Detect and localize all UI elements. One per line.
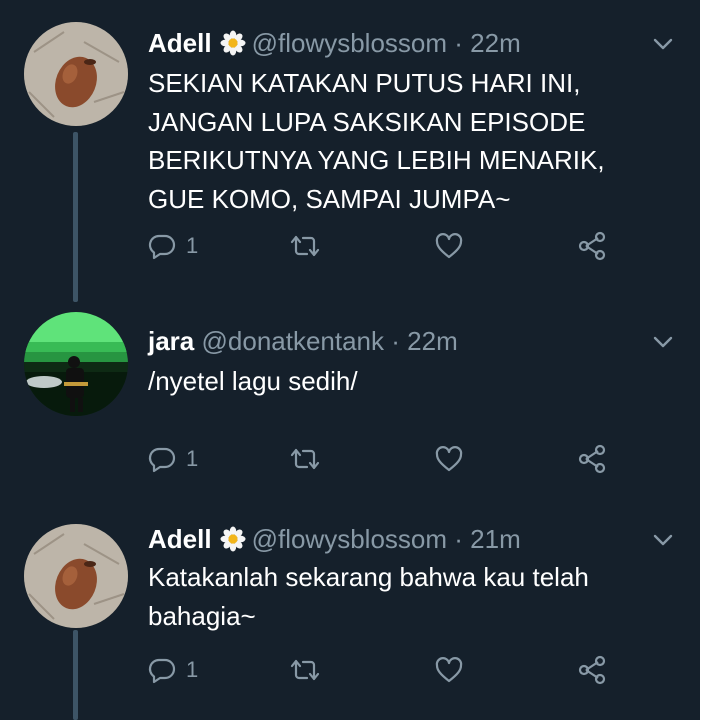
tweet-actions: 1 xyxy=(148,226,618,266)
daisy-flower-icon xyxy=(220,30,246,56)
like-button[interactable] xyxy=(434,650,464,690)
tweet-text: /nyetel lagu sedih/ xyxy=(148,366,358,396)
heart-icon xyxy=(434,656,464,684)
display-name[interactable]: jara xyxy=(148,326,194,356)
avatar[interactable] xyxy=(24,22,128,126)
retweet-icon xyxy=(288,232,322,260)
tweet[interactable]: jara @donatkentank · 22m /nyetel lagu se… xyxy=(0,298,700,528)
tweet-actions: 1 xyxy=(148,650,618,690)
username-handle[interactable]: @donatkentank xyxy=(202,326,385,356)
retweet-icon xyxy=(288,445,322,473)
reply-count: 1 xyxy=(186,446,199,471)
avatar[interactable] xyxy=(24,524,128,628)
reply-count: 1 xyxy=(186,657,199,682)
like-button[interactable] xyxy=(434,439,464,479)
retweet-button[interactable] xyxy=(288,650,322,690)
username-handle[interactable]: @flowysblossom xyxy=(252,28,447,58)
tweet-text: Katakanlah sekarang bahwa kau telah baha… xyxy=(148,562,589,631)
tweet-actions: 1 xyxy=(148,439,618,479)
share-icon xyxy=(576,655,608,685)
chevron-down-icon[interactable] xyxy=(650,329,676,355)
separator-dot: · xyxy=(454,524,463,554)
timestamp[interactable]: 21m xyxy=(470,524,521,554)
share-icon xyxy=(576,231,608,261)
tweet-header: jara @donatkentank · 22m xyxy=(148,324,458,358)
reply-button[interactable]: 1 xyxy=(148,226,198,266)
share-button[interactable] xyxy=(576,226,608,266)
retweet-icon xyxy=(288,656,322,684)
avatar-image xyxy=(24,312,128,416)
reply-icon xyxy=(148,232,176,260)
retweet-button[interactable] xyxy=(288,439,322,479)
reply-button[interactable]: 1 xyxy=(148,650,198,690)
avatar-image xyxy=(24,524,128,628)
daisy-flower-icon xyxy=(220,526,246,552)
avatar[interactable] xyxy=(24,312,128,416)
chevron-down-icon[interactable] xyxy=(650,31,676,57)
tweet[interactable]: Adell @flowysblossom · 21m Katakanlah sek… xyxy=(0,512,700,720)
tweet[interactable]: Adell @flowysblossom · 22m SEKIAN KATAKAN… xyxy=(0,0,700,261)
timestamp[interactable]: 22m xyxy=(470,28,521,58)
heart-icon xyxy=(434,232,464,260)
separator-dot: · xyxy=(454,28,463,58)
retweet-button[interactable] xyxy=(288,226,322,266)
separator-dot: · xyxy=(391,326,400,356)
reply-button[interactable]: 1 xyxy=(148,439,198,479)
reply-count: 1 xyxy=(186,233,199,258)
share-button[interactable] xyxy=(576,650,608,690)
tweet-thread: Adell @flowysblossom · 22m SEKIAN KATAKAN… xyxy=(0,0,700,720)
username-handle[interactable]: @flowysblossom xyxy=(252,524,447,554)
chevron-down-icon[interactable] xyxy=(650,527,676,553)
share-icon xyxy=(576,444,608,474)
display-name[interactable]: Adell xyxy=(148,28,212,58)
timestamp[interactable]: 22m xyxy=(407,326,458,356)
reply-icon xyxy=(148,445,176,473)
tweet-header: Adell @flowysblossom · 21m xyxy=(148,522,521,556)
avatar-image xyxy=(24,22,128,126)
display-name[interactable]: Adell xyxy=(148,524,212,554)
reply-icon xyxy=(148,656,176,684)
heart-icon xyxy=(434,445,464,473)
share-button[interactable] xyxy=(576,439,608,479)
tweet-text: SEKIAN KATAKAN PUTUS HARI INI, JANGAN LU… xyxy=(148,68,605,214)
like-button[interactable] xyxy=(434,226,464,266)
tweet-header: Adell @flowysblossom · 22m xyxy=(148,26,521,60)
